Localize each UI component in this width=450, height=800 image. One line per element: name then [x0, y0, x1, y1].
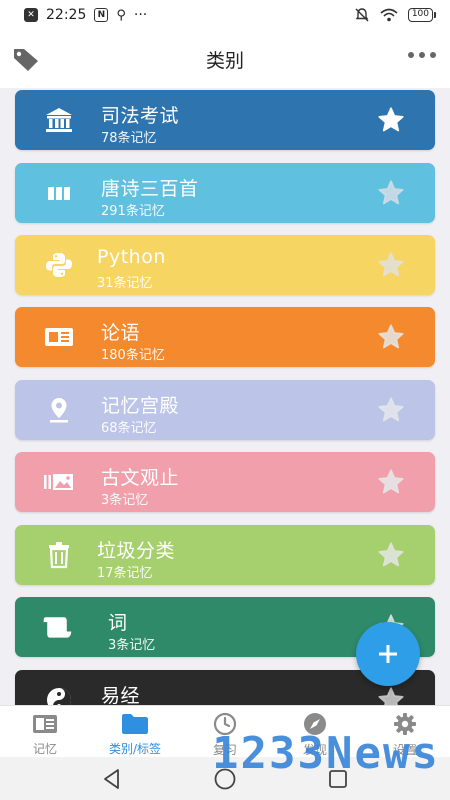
category-title: 易经	[101, 685, 141, 705]
category-count: 291条记忆	[101, 204, 165, 219]
add-category-button[interactable]	[356, 622, 420, 686]
battery-level: 100	[407, 8, 433, 22]
watermark-logo: 1233News	[212, 728, 440, 779]
columns-icon	[43, 178, 75, 208]
category-list: 司法考试 78条记忆 唐诗三百首 291条记忆 Python 31条记忆 论语 …	[0, 88, 450, 705]
category-count: 180条记忆	[101, 348, 165, 363]
status-dots: ···	[133, 7, 148, 23]
page-title: 类别	[205, 49, 244, 72]
category-count: 17条记忆	[97, 566, 153, 581]
app-header: 类别	[0, 30, 450, 88]
bank-icon	[43, 105, 75, 135]
back-icon[interactable]	[100, 767, 124, 791]
star-icon[interactable]	[377, 251, 405, 279]
nav-item-categories[interactable]: 类别/标签	[90, 706, 180, 757]
category-count: 3条记忆	[101, 493, 149, 508]
category-count: 68条记忆	[101, 421, 157, 436]
category-title: 古文观止	[101, 467, 180, 489]
mute-bell-icon	[355, 8, 369, 22]
category-title: 记忆宫殿	[101, 395, 180, 417]
category-title: Python	[97, 246, 166, 268]
category-title: 词	[108, 612, 128, 634]
notification-x-icon: ✕	[24, 8, 38, 22]
category-card[interactable]: 古文观止 3条记忆	[15, 452, 435, 512]
image-gallery-icon	[43, 467, 75, 497]
category-card[interactable]: 司法考试 78条记忆	[15, 90, 435, 150]
star-icon[interactable]	[377, 323, 405, 351]
battery-icon: 100	[407, 8, 436, 22]
category-card[interactable]: 垃圾分类 17条记忆	[15, 525, 435, 585]
category-count: 3条记忆	[108, 638, 156, 653]
category-title: 论语	[101, 322, 141, 344]
memory-card-icon	[31, 712, 59, 735]
plus-icon	[379, 645, 397, 663]
star-icon[interactable]	[377, 396, 405, 424]
category-count: 78条记忆	[101, 131, 157, 146]
category-card[interactable]: Python 31条记忆	[15, 235, 435, 295]
category-title: 司法考试	[101, 105, 180, 127]
nav-item-memory[interactable]: 记忆	[0, 706, 90, 757]
yin-yang-icon	[43, 685, 75, 705]
python-icon	[43, 250, 75, 280]
wifi-icon	[380, 8, 398, 22]
category-card[interactable]: 论语 180条记忆	[15, 307, 435, 367]
star-icon[interactable]	[377, 106, 405, 134]
status-bar: ✕ 22:25 N ⚲ ··· 100	[0, 0, 450, 30]
star-icon[interactable]	[377, 541, 405, 569]
nav-label: 类别/标签	[108, 742, 162, 756]
tag-icon[interactable]	[12, 46, 40, 72]
map-pin-icon	[43, 395, 75, 425]
category-count: 31条记忆	[97, 276, 153, 291]
nav-label: 记忆	[32, 742, 57, 756]
trash-icon	[43, 540, 75, 570]
folder-icon	[121, 712, 149, 735]
status-time: 22:25	[46, 7, 87, 23]
more-options-icon[interactable]	[408, 52, 436, 58]
scroll-icon	[41, 612, 73, 642]
category-title: 唐诗三百首	[101, 178, 199, 200]
category-title: 垃圾分类	[97, 540, 176, 562]
category-card[interactable]: 唐诗三百首 291条记忆	[15, 163, 435, 223]
ai-notification-icon: N	[94, 8, 109, 22]
star-icon[interactable]	[377, 179, 405, 207]
category-card[interactable]: 记忆宫殿 68条记忆	[15, 380, 435, 440]
usb-icon: ⚲	[116, 7, 126, 23]
star-icon[interactable]	[377, 686, 405, 705]
newspaper-icon	[43, 322, 75, 352]
star-icon[interactable]	[377, 468, 405, 496]
